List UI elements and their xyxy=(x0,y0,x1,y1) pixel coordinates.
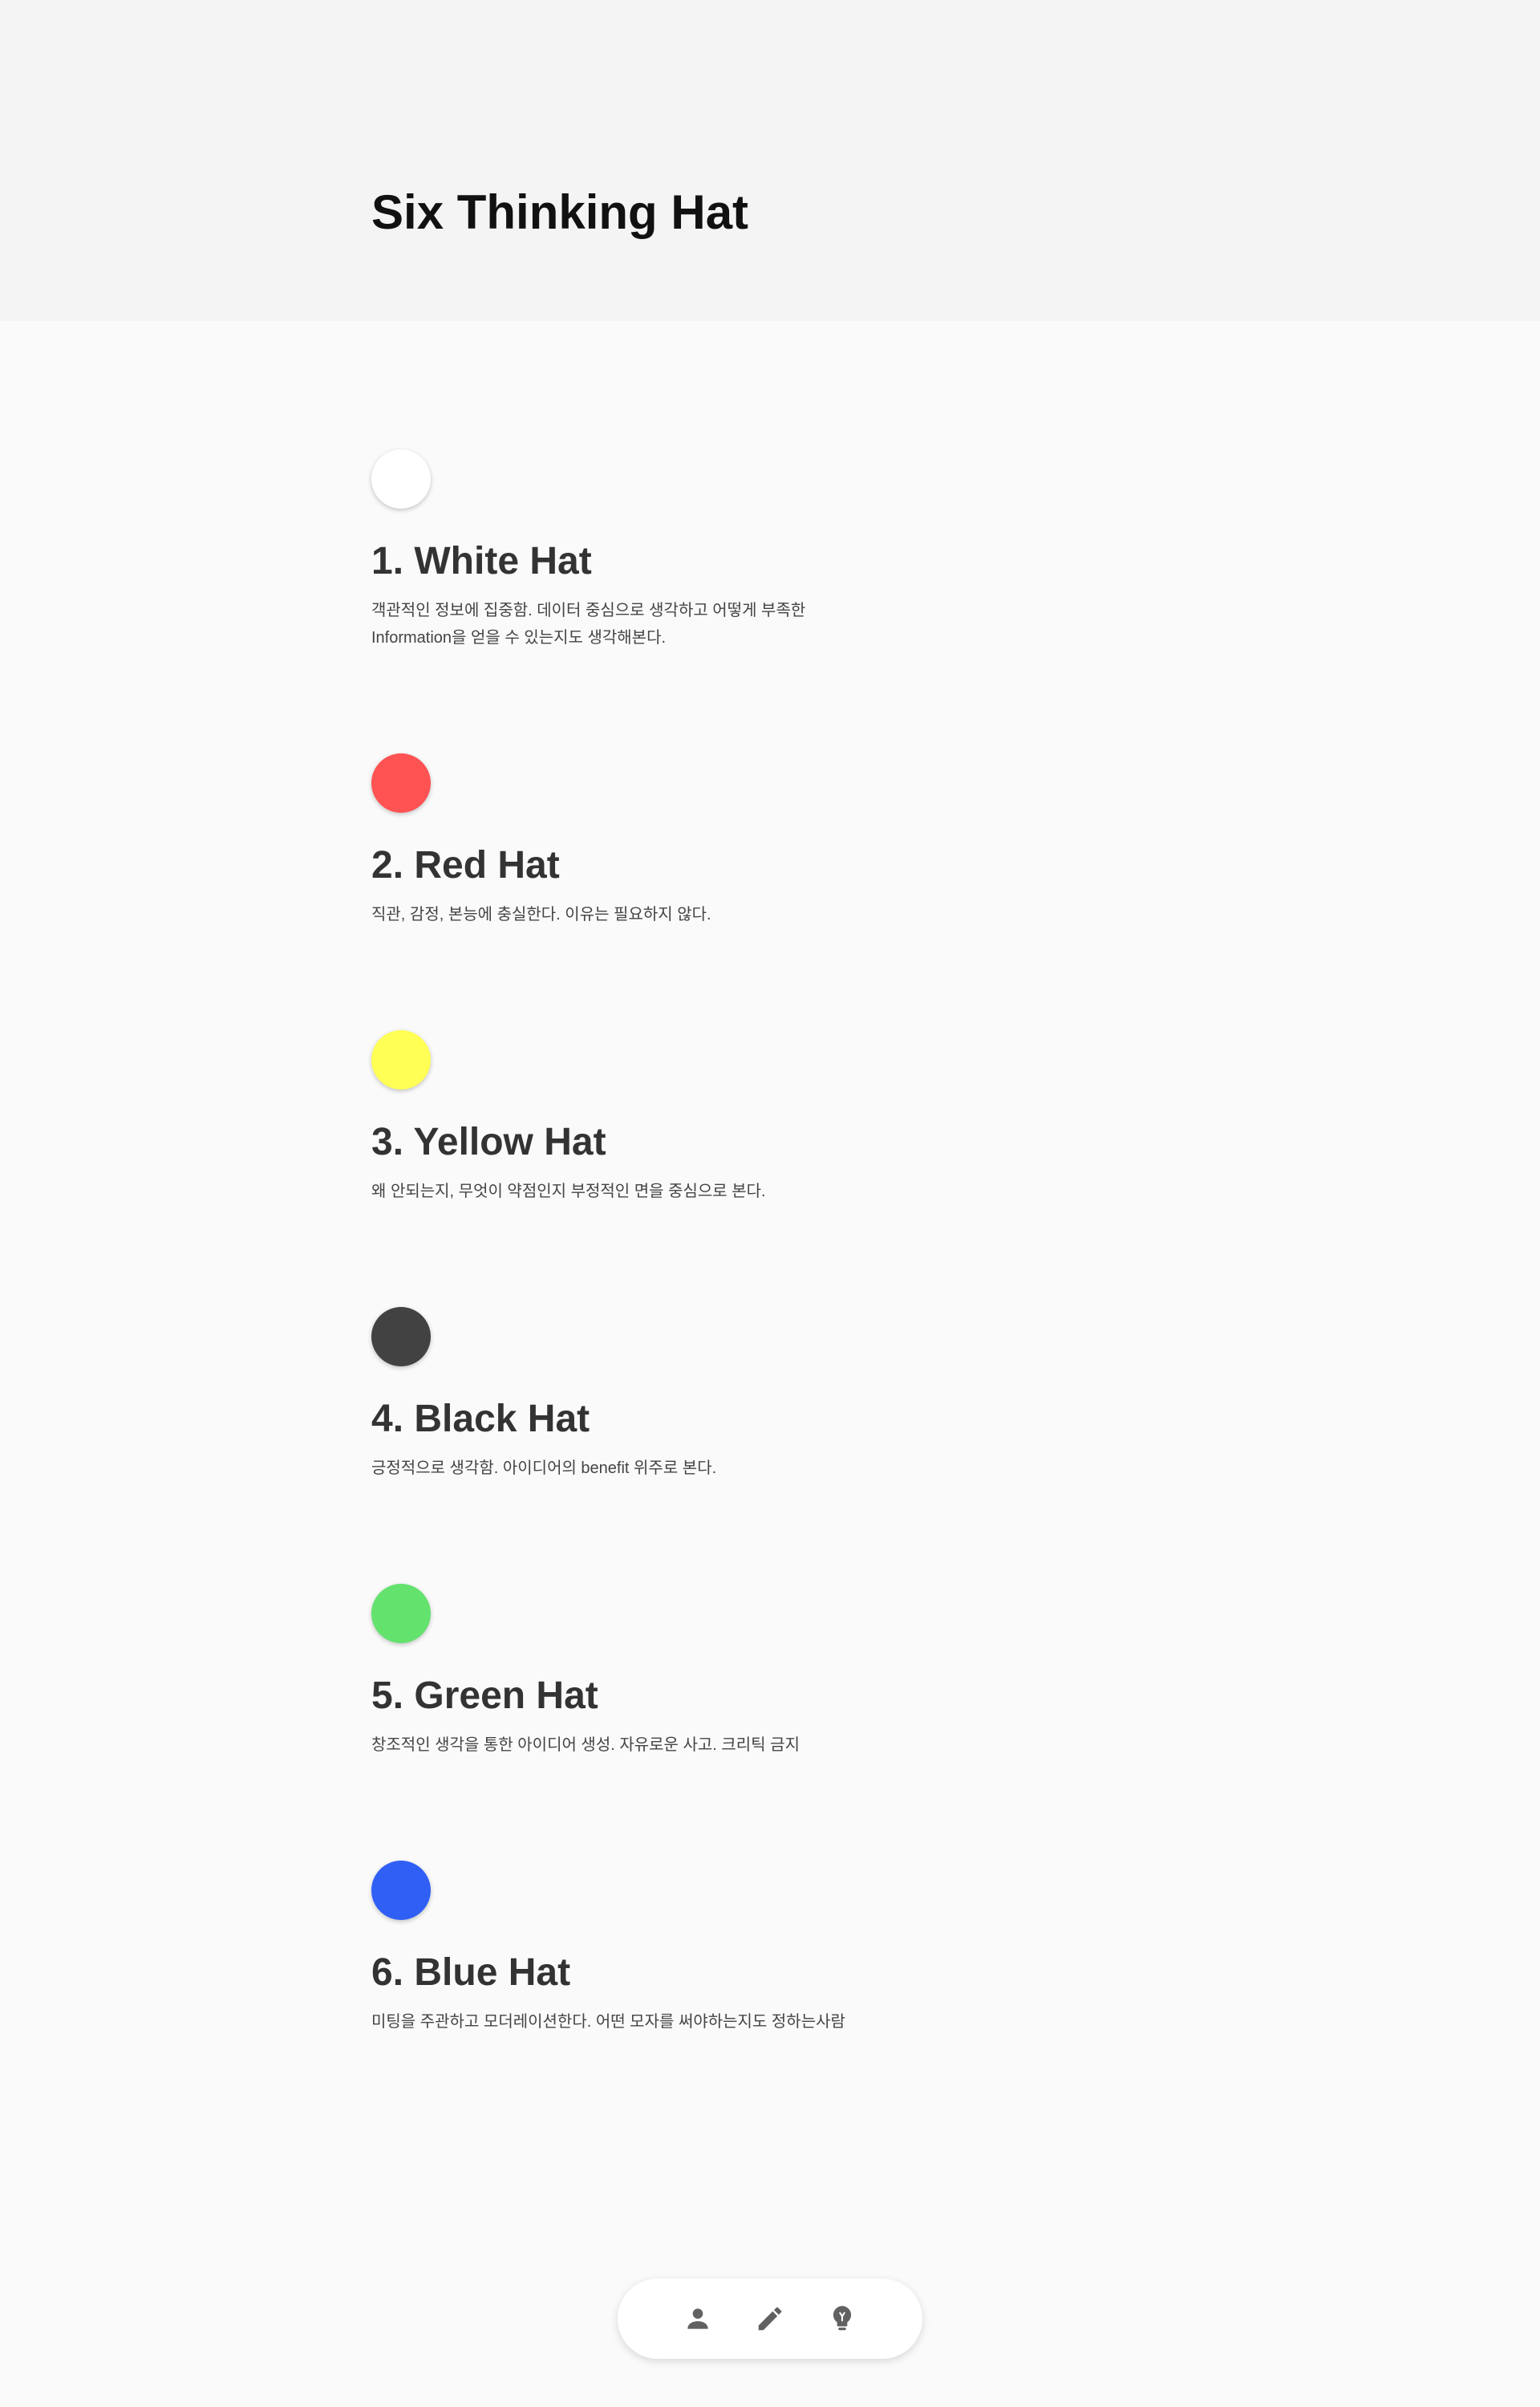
hat-description: 창조적인 생각을 통한 아이디어 생성. 자유로운 사고. 크리틱 금지 xyxy=(371,1736,800,1754)
hat-item-red: 2. Red Hat 직관, 감정, 본능에 충실한다. 이유는 필요하지 않다… xyxy=(371,753,1093,928)
hat-description: 미팅을 주관하고 모더레이션한다. 어떤 모자를 써야하는지도 정하는사람 xyxy=(371,2013,845,2031)
idea-button[interactable] xyxy=(826,2303,858,2335)
person-icon xyxy=(687,2308,708,2329)
hat-title: 1. White Hat xyxy=(371,540,592,582)
hat-description: 직관, 감정, 본능에 충실한다. 이유는 필요하지 않다. xyxy=(371,906,711,923)
hat-color-swatch xyxy=(371,1861,431,1920)
hat-item-green: 5. Green Hat 창조적인 생각을 통한 아이디어 생성. 자유로운 사… xyxy=(371,1584,1093,1759)
page-title: Six Thinking Hat xyxy=(371,185,749,239)
hat-color-swatch xyxy=(371,1584,431,1643)
hat-color-swatch xyxy=(371,1030,431,1090)
profile-button[interactable] xyxy=(682,2303,714,2335)
edit-button[interactable] xyxy=(754,2303,786,2335)
hat-color-swatch xyxy=(371,1307,431,1366)
lightbulb-icon xyxy=(833,2306,852,2331)
hat-item-white: 1. White Hat 객관적인 정보에 집중함. 데이터 중심으로 생각하고… xyxy=(371,449,1093,651)
bottom-nav xyxy=(618,2279,922,2359)
hat-color-swatch xyxy=(371,449,431,509)
hat-title: 5. Green Hat xyxy=(371,1674,598,1717)
hat-title: 6. Blue Hat xyxy=(371,1951,571,1994)
header: Six Thinking Hat xyxy=(0,0,1540,321)
hat-color-swatch xyxy=(371,753,431,813)
pencil-icon xyxy=(758,2307,782,2331)
hat-item-yellow: 3. Yellow Hat 왜 안되는지, 무엇이 약점인지 부정적인 면을 중… xyxy=(371,1030,1093,1205)
hat-item-black: 4. Black Hat 긍정적으로 생각함. 아이디어의 benefit 위주… xyxy=(371,1307,1093,1482)
hat-description: 긍정적으로 생각함. 아이디어의 benefit 위주로 본다. xyxy=(371,1459,717,1477)
hat-title: 4. Black Hat xyxy=(371,1398,590,1440)
hat-item-blue: 6. Blue Hat 미팅을 주관하고 모더레이션한다. 어떤 모자를 써야하… xyxy=(371,1861,1093,2036)
hat-title: 3. Yellow Hat xyxy=(371,1121,606,1163)
hat-description: 왜 안되는지, 무엇이 약점인지 부정적인 면을 중심으로 본다. xyxy=(371,1183,766,1200)
hat-description: 객관적인 정보에 집중함. 데이터 중심으로 생각하고 어떻게 부족한 Info… xyxy=(371,602,806,647)
hat-title: 2. Red Hat xyxy=(371,844,560,887)
